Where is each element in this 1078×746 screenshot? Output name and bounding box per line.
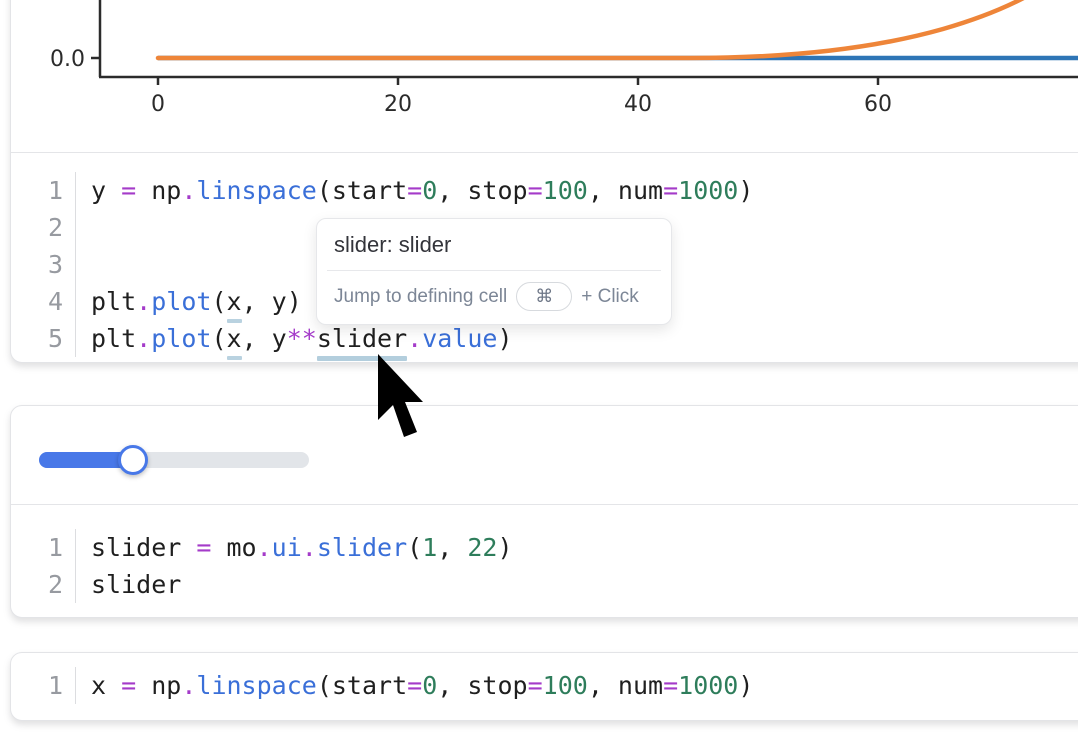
line-number: 2 [11,566,63,603]
command-key-badge: ⌘ [516,282,572,311]
cell-2-gutter: 12 [11,529,76,603]
slider-thumb[interactable] [118,445,148,475]
tooltip-title: slider: slider [317,219,671,270]
x-tick-label: 0 [151,92,165,117]
code-line[interactable]: plt.plot(x, y**slider.value) [91,320,1078,357]
plot-output-area: 0.0 0 20 40 60 [11,0,1078,152]
code-editor[interactable]: 1 x = np.linspace(start=0, stop=100, num… [11,653,1078,720]
code-editor[interactable]: 12 slider = mo.ui.slider(1, 22)slider [11,504,1078,617]
line-number: 2 [11,209,63,246]
cell-3-code[interactable]: x = np.linspace(start=0, stop=100, num=1… [76,667,1078,704]
cell-2-code[interactable]: slider = mo.ui.slider(1, 22)slider [76,529,1078,603]
series-line-orange [158,0,1078,58]
tooltip-action-row: Jump to defining cell ⌘ + Click [317,271,671,324]
cell-3-gutter: 1 [11,667,76,704]
tooltip-key-suffix: + Click [581,286,639,308]
line-number: 4 [11,283,63,320]
code-line[interactable]: x = np.linspace(start=0, stop=100, num=1… [91,667,1078,704]
variable-hover-tooltip: slider: slider Jump to defining cell ⌘ +… [316,218,672,325]
cell-1-gutter: 12345 [11,172,76,357]
line-number: 1 [11,667,63,704]
line-number: 3 [11,246,63,283]
line-number: 5 [11,320,63,357]
line-number: 1 [11,529,63,566]
slider-widget[interactable] [39,445,309,475]
x-tick-label: 40 [624,92,652,117]
cursor-icon [376,354,424,444]
tooltip-action-label: Jump to defining cell [334,286,507,308]
slider-output-area [11,406,1078,504]
notebook-page: { "tooltip": { "title": "slider: slider"… [0,0,1078,746]
y-tick-label: 0.0 [50,47,85,72]
code-line[interactable]: slider = mo.ui.slider(1, 22) [91,529,1078,566]
code-line[interactable]: slider [91,566,1078,603]
x-tick-label: 20 [384,92,412,117]
line-number: 1 [11,172,63,209]
matplotlib-line-chart: 0.0 0 20 40 60 [11,0,1078,152]
x-tick-label: 60 [864,92,892,117]
notebook-cell-slider: 12 slider = mo.ui.slider(1, 22)slider [10,405,1078,618]
notebook-cell-x: 1 x = np.linspace(start=0, stop=100, num… [10,652,1078,721]
code-line[interactable]: y = np.linspace(start=0, stop=100, num=1… [91,172,1078,209]
